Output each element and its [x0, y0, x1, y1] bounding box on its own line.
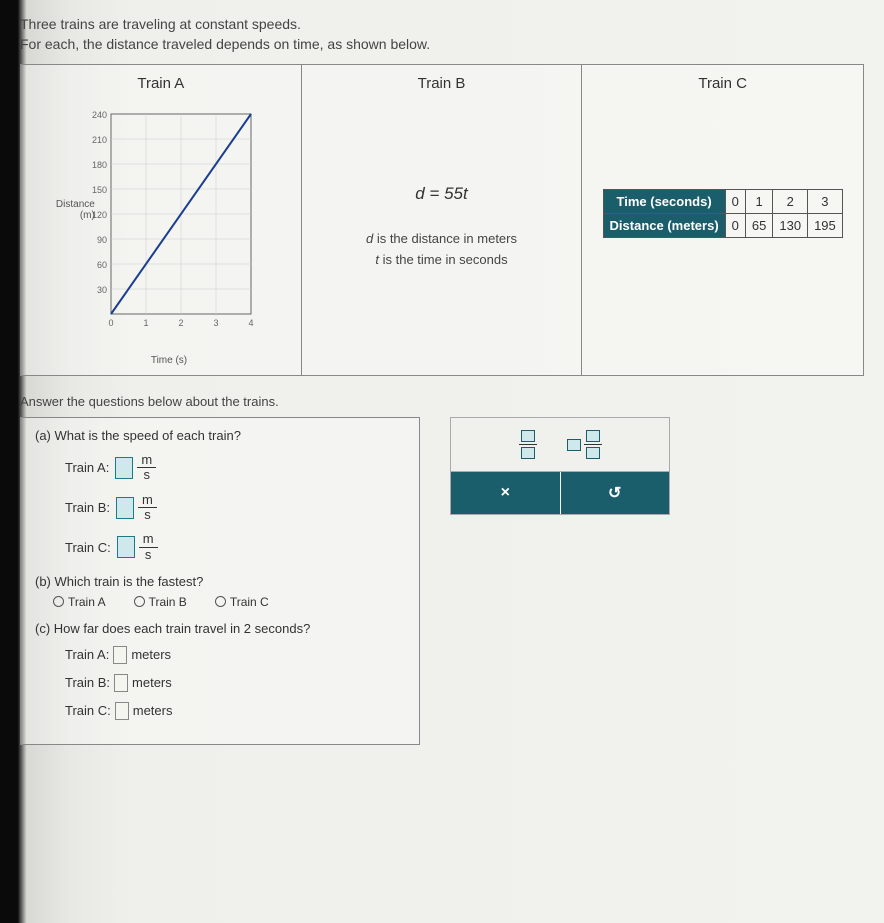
speed-a-input[interactable] — [115, 457, 133, 479]
unit-ms: m s — [137, 453, 156, 483]
tc-time-0: 0 — [725, 190, 745, 214]
radio-train-c[interactable]: Train C — [215, 595, 269, 609]
tc-row-dist-header: Distance (meters) — [603, 214, 725, 238]
part-c-question: (c) How far does each train travel in 2 … — [35, 621, 405, 636]
part-a-question: (a) What is the speed of each train? — [35, 428, 405, 443]
train-c-title: Train C — [698, 75, 747, 92]
radio-train-b[interactable]: Train B — [134, 595, 187, 609]
speed-c-input[interactable] — [117, 536, 135, 558]
dist-c-input[interactable] — [115, 702, 129, 720]
dist-unit: meters — [132, 675, 172, 690]
chart-ylabel-1: Distance — [56, 199, 95, 210]
svg-text:90: 90 — [97, 235, 107, 245]
svg-text:150: 150 — [92, 185, 107, 195]
unit-ms: m s — [139, 532, 158, 562]
tc-time-3: 3 — [808, 190, 843, 214]
speed-b-input[interactable] — [116, 497, 134, 519]
dist-unit: meters — [133, 703, 173, 718]
train-b-desc-2: t is the time in seconds — [366, 250, 517, 271]
tc-time-1: 1 — [745, 190, 772, 214]
tc-time-2: 2 — [773, 190, 808, 214]
fraction-tool-button[interactable] — [519, 430, 537, 459]
svg-text:240: 240 — [92, 110, 107, 120]
close-button[interactable]: × — [451, 472, 561, 514]
train-c-table: Time (seconds) 0 1 2 3 Distance (meters)… — [603, 189, 843, 238]
train-c-cell: Train C Time (seconds) 0 1 2 3 Distance … — [582, 65, 863, 375]
train-b-title: Train B — [418, 75, 466, 92]
answer-heading: Answer the questions below about the tra… — [20, 394, 864, 409]
train-b-desc-1: d is the distance in meters — [366, 229, 517, 250]
train-a-chart: Distance (m) 240 210 180 — [51, 104, 271, 364]
speed-c-label: Train C: — [65, 540, 111, 555]
svg-text:4: 4 — [248, 318, 253, 328]
chart-xlabel: Time (s) — [151, 355, 187, 366]
dist-unununit: meters — [131, 647, 171, 662]
reset-icon: ↺ — [608, 483, 621, 503]
dist-b-label: Train B: — [65, 675, 110, 690]
dist-a-input[interactable] — [113, 646, 127, 664]
train-b-cell: Train B d = 55t d is the distance in met… — [302, 65, 583, 375]
intro-line-1: Three trains are traveling at constant s… — [20, 15, 864, 35]
dist-c-label: Train C: — [65, 703, 111, 718]
train-b-equation: d = 55t — [366, 184, 517, 204]
svg-text:210: 210 — [92, 135, 107, 145]
train-a-title: Train A — [137, 75, 184, 92]
dist-a-label: Train A: — [65, 647, 109, 662]
part-b-question: (b) Which train is the fastest? — [35, 574, 405, 589]
intro-line-2: For each, the distance traveled depends … — [20, 35, 864, 55]
tool-panel: × ↺ — [450, 417, 670, 515]
svg-text:3: 3 — [213, 318, 218, 328]
tc-row-time-header: Time (seconds) — [603, 190, 725, 214]
train-a-cell: Train A Distance (m) 240 — [21, 65, 302, 375]
dist-b-input[interactable] — [114, 674, 128, 692]
svg-text:0: 0 — [108, 318, 113, 328]
mixed-fraction-tool-button[interactable] — [567, 430, 602, 459]
svg-text:1: 1 — [143, 318, 148, 328]
radio-icon — [53, 596, 64, 607]
tc-dist-3: 195 — [808, 214, 843, 238]
speed-b-label: Train B: — [65, 500, 110, 515]
trains-grid: Train A Distance (m) 240 — [20, 64, 864, 376]
close-icon: × — [501, 484, 510, 502]
svg-text:2: 2 — [178, 318, 183, 328]
chart-ylabel-2: (m) — [80, 210, 95, 221]
radio-icon — [134, 596, 145, 607]
svg-text:60: 60 — [97, 260, 107, 270]
svg-text:30: 30 — [97, 285, 107, 295]
answers-box: (a) What is the speed of each train? Tra… — [20, 417, 420, 745]
unit-ms: m s — [138, 493, 157, 523]
tc-dist-1: 65 — [745, 214, 772, 238]
radio-icon — [215, 596, 226, 607]
tc-dist-2: 130 — [773, 214, 808, 238]
tc-dist-0: 0 — [725, 214, 745, 238]
speed-a-label: Train A: — [65, 460, 109, 475]
svg-text:180: 180 — [92, 160, 107, 170]
reset-button[interactable]: ↺ — [561, 472, 670, 514]
radio-train-a[interactable]: Train A — [53, 595, 106, 609]
